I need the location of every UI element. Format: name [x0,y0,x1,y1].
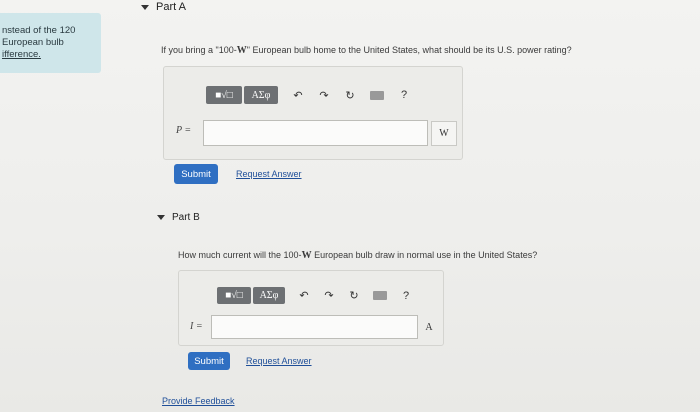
hint-line[interactable]: ifference. [2,49,101,61]
part-b-request-answer-link[interactable]: Request Answer [246,356,312,366]
question-unit: W [236,45,247,56]
part-b-unit: A [425,321,433,333]
part-b-question: How much current will the 100-W European… [178,250,537,261]
hint-line: nstead of the 120 [2,25,76,36]
reset-icon[interactable]: ↻ [344,89,356,102]
question-text: How much current will the 100- [178,250,302,260]
templates-button[interactable]: ■√□ [217,287,251,304]
undo-icon[interactable]: ↶ [292,89,304,102]
part-b-label: Part B [172,212,200,223]
symbols-button[interactable]: ΑΣφ [244,86,278,104]
question-text: European bulb draw in normal use in the … [311,250,538,260]
part-b-submit-button[interactable]: Submit [188,352,230,370]
part-a-toolbar: ■√□ ΑΣφ ↶ ↷ ↻ ? [206,86,410,104]
help-icon[interactable]: ? [398,89,410,101]
keyboard-icon[interactable] [370,90,384,100]
part-b-header[interactable]: Part B [157,212,200,223]
part-a-request-answer-link[interactable]: Request Answer [236,169,302,179]
part-a-answer-input[interactable] [203,120,428,146]
part-b-toolbar: ■√□ ΑΣφ ↶ ↷ ↻ ? [217,287,412,304]
provide-feedback-link[interactable]: Provide Feedback [162,396,235,406]
templates-button[interactable]: ■√□ [206,86,242,104]
help-icon[interactable]: ? [400,290,412,302]
part-a-unit: W [431,121,457,146]
question-text: " European bulb home to the United State… [246,45,572,55]
symbols-button[interactable]: ΑΣφ [253,287,285,304]
part-b-variable: I = [190,321,203,332]
part-a-label: Part A [156,1,186,13]
chevron-down-icon [141,4,149,10]
redo-icon[interactable]: ↷ [318,89,330,102]
redo-icon[interactable]: ↷ [323,289,335,302]
question-text: If you bring a "100- [161,45,237,55]
reset-icon[interactable]: ↻ [348,289,360,302]
part-a-submit-button[interactable]: Submit [174,164,218,184]
part-a-header[interactable]: Part A [141,1,186,13]
question-unit: W [301,250,312,261]
undo-icon[interactable]: ↶ [298,289,310,302]
part-b-answer-input[interactable] [211,315,418,339]
hint-card: nstead of the 120 European bulb ifferenc… [0,13,101,73]
chevron-down-icon [157,215,165,220]
part-a-variable: P = [176,125,192,136]
keyboard-icon[interactable] [373,291,387,300]
hint-line: European bulb [2,37,64,48]
part-a-question: If you bring a "100-W" European bulb hom… [161,45,572,56]
